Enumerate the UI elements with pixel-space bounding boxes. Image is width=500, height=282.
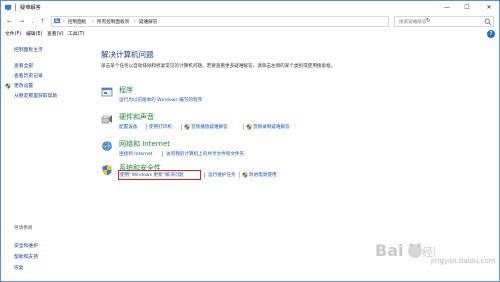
audio-playback-troubleshoot-link[interactable]: 音频播放疑难解答	[191, 124, 228, 130]
uac-shield-icon	[5, 83, 11, 89]
troubleshooting-app-icon	[5, 4, 12, 11]
sidebar-item-get-help-from-friend[interactable]: 从朋友那里获取帮助	[14, 92, 57, 99]
left-navigation-pane: 控制面板主页 查看全部 查看历史记录 更改设置 从朋友那里获取帮助 另请参阅 安…	[1, 39, 89, 282]
svg-text:Bai: Bai	[375, 241, 403, 260]
use-printer-link[interactable]: 使用打印机	[149, 124, 172, 130]
address-toolbar: ← → ⌄ ↑ › 控制面板 › 所有控制面板项 › 疑难解答 ⌄ ↻ 搜索疑难…	[1, 14, 499, 29]
breadcrumb-separator-icon: ›	[134, 19, 136, 24]
page-description: 单击某个任务以自动排除和修复常见的计算机问题。若要查看更多疑难解答，请单击左侧的…	[101, 64, 336, 69]
improve-power-usage-link[interactable]: 改进电源使用	[249, 172, 277, 178]
menu-bar: 文件(F) 编辑(E) 查看(V) 工具(T) ?	[1, 29, 499, 39]
baidu-jingyan-watermark: Bai 经验 jingyan.baidu.com	[371, 239, 497, 279]
recent-locations-chevron-icon[interactable]: ⌄	[28, 17, 37, 26]
menu-tools[interactable]: 工具(T)	[68, 30, 84, 37]
system-security-icon	[102, 165, 112, 176]
category-hardware-sound[interactable]: 硬件和声音	[119, 112, 154, 122]
page-title: 解决计算机问题	[101, 50, 154, 59]
forward-arrow-icon[interactable]: →	[17, 17, 26, 26]
programs-icon	[101, 87, 113, 97]
link-divider	[181, 124, 182, 130]
link-divider	[243, 124, 244, 130]
see-also-heading: 另请参阅	[14, 226, 33, 231]
watermark-url: jingyan.baidu.com	[431, 257, 496, 265]
search-box[interactable]: 搜索疑难解答	[394, 16, 494, 27]
link-divider	[204, 172, 205, 178]
control-panel-home-link[interactable]: 控制面板主页	[14, 46, 43, 53]
hardware-sound-icon	[101, 115, 112, 124]
minimize-button[interactable]: —	[437, 1, 457, 14]
address-field[interactable]: › 控制面板 › 所有控制面板项 › 疑难解答 ⌄ ↻	[51, 16, 431, 27]
run-maintenance-tasks-link[interactable]: 运行维护任务	[208, 172, 236, 178]
sidebar-item-change-settings[interactable]: 更改设置	[14, 82, 33, 89]
control-panel-icon	[54, 18, 61, 24]
configure-device-link[interactable]: 配置设备	[119, 124, 137, 130]
troubleshooting-window: 疑难解答 — ☐ ✕ ← → ⌄ ↑ › 控制面板 › 所有控制面板项 › 疑难…	[0, 0, 500, 282]
breadcrumb-separator-icon: ›	[92, 19, 94, 24]
up-arrow-icon[interactable]: ↑	[38, 17, 47, 26]
title-bar: 疑难解答 — ☐ ✕	[1, 1, 499, 14]
window-title: 疑难解答	[20, 5, 41, 11]
sidebar-item-view-all[interactable]: 查看全部	[14, 62, 33, 69]
shared-folders-link[interactable]: 访问我的计算机上的共享文件和文件夹	[166, 151, 244, 157]
link-divider	[146, 124, 147, 130]
highlight-box	[118, 170, 201, 180]
menu-file[interactable]: 文件(F)	[5, 30, 21, 37]
run-legacy-programs-link[interactable]: 运行为以前版本的 Windows 编写的程序	[119, 97, 202, 103]
uac-shield-icon	[184, 124, 190, 130]
see-also-security-maintenance[interactable]: 安全和维护	[14, 242, 38, 249]
maximize-button[interactable]: ☐	[457, 1, 477, 14]
search-icon[interactable]	[484, 18, 492, 26]
uac-shield-icon	[242, 172, 248, 178]
close-button[interactable]: ✕	[479, 1, 499, 14]
uac-shield-icon	[246, 124, 252, 130]
breadcrumb-troubleshooting[interactable]: 疑难解答	[139, 19, 157, 25]
breadcrumb-all-items[interactable]: 所有控制面板项	[97, 19, 129, 25]
menu-edit[interactable]: 编辑(E)	[26, 30, 42, 37]
link-divider	[162, 151, 163, 157]
title-separator	[15, 4, 16, 11]
category-network-internet[interactable]: 网络和 Internet	[119, 139, 170, 149]
connect-to-internet-link[interactable]: 连接到 Internet	[119, 151, 152, 157]
breadcrumb-separator-icon: ›	[63, 19, 65, 24]
see-also-help-support[interactable]: 帮助和支持	[14, 253, 38, 260]
category-programs[interactable]: 程序	[119, 85, 133, 95]
search-input[interactable]: 搜索疑难解答	[399, 19, 427, 25]
network-internet-icon	[102, 141, 112, 151]
breadcrumb-control-panel[interactable]: 控制面板	[68, 19, 86, 25]
help-icon[interactable]: ?	[487, 30, 495, 38]
see-also-recovery[interactable]: 恢复	[14, 264, 24, 271]
baidu-logo-icon: Bai 经验	[375, 241, 435, 260]
back-arrow-icon[interactable]: ←	[5, 17, 14, 26]
audio-recording-troubleshoot-link[interactable]: 音频录制疑难解答	[253, 124, 290, 130]
sidebar-item-view-history[interactable]: 查看历史记录	[14, 72, 43, 79]
menu-view[interactable]: 查看(V)	[47, 30, 64, 37]
link-divider	[239, 172, 240, 178]
